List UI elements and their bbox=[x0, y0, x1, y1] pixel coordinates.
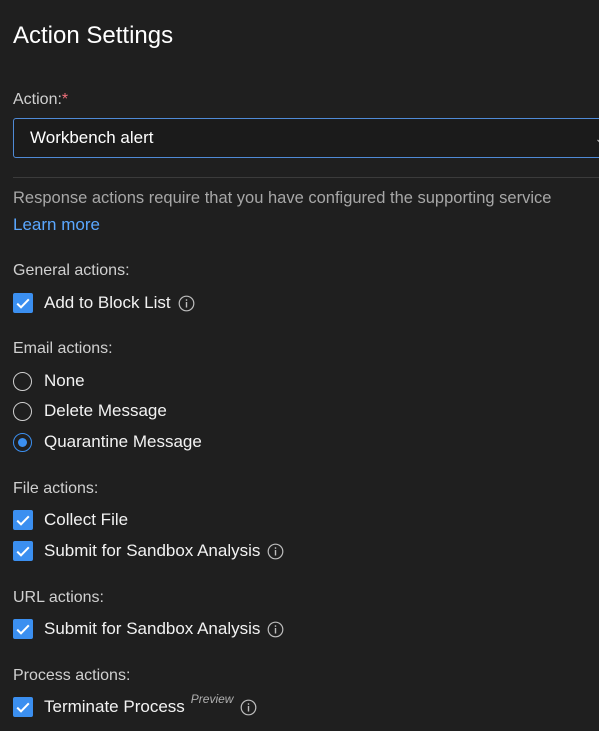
action-label-text: Action: bbox=[13, 91, 62, 108]
radio-selected-icon bbox=[13, 432, 32, 452]
info-icon[interactable] bbox=[267, 543, 284, 560]
learn-more-link[interactable]: Learn more bbox=[13, 215, 100, 235]
action-settings-panel: Action Settings Action:* Workbench alert… bbox=[0, 0, 599, 731]
chevron-down-icon: ⌄ bbox=[594, 119, 599, 157]
info-icon[interactable] bbox=[240, 699, 257, 716]
checkbox-checked-icon bbox=[13, 541, 33, 561]
info-text: Response actions require that you have c… bbox=[13, 189, 552, 207]
url-sandbox-analysis-label: Submit for Sandbox Analysis bbox=[44, 619, 261, 638]
url-actions-label: URL actions: bbox=[13, 589, 104, 606]
email-option-none-label: None bbox=[44, 371, 85, 390]
add-to-block-list-checkbox[interactable]: Add to Block List bbox=[13, 292, 195, 314]
general-actions-label: General actions: bbox=[13, 262, 130, 279]
email-option-none[interactable]: None bbox=[13, 370, 85, 392]
action-dropdown[interactable]: Workbench alert ⌄ bbox=[13, 118, 599, 158]
info-icon[interactable] bbox=[267, 621, 284, 638]
collect-file-label: Collect File bbox=[44, 510, 129, 529]
email-option-delete-message[interactable]: Delete Message bbox=[13, 400, 167, 422]
file-actions-label: File actions: bbox=[13, 480, 99, 497]
radio-unselected-icon bbox=[13, 371, 32, 391]
radio-dot bbox=[18, 437, 27, 447]
divider bbox=[13, 177, 599, 178]
checkbox-checked-icon bbox=[13, 293, 33, 313]
preview-badge: Preview bbox=[190, 692, 234, 706]
email-option-quarantine-label: Quarantine Message bbox=[44, 432, 202, 451]
action-label: Action:* bbox=[13, 91, 68, 109]
checkbox-checked-icon bbox=[13, 619, 33, 639]
collect-file-checkbox[interactable]: Collect File bbox=[13, 509, 128, 531]
radio-unselected-icon bbox=[13, 401, 32, 421]
email-actions-label: Email actions: bbox=[13, 340, 113, 357]
file-sandbox-analysis-checkbox[interactable]: Submit for Sandbox Analysis bbox=[13, 540, 284, 562]
checkbox-checked-icon bbox=[13, 697, 33, 717]
file-sandbox-analysis-label: Submit for Sandbox Analysis bbox=[44, 541, 261, 560]
add-to-block-list-label: Add to Block List bbox=[44, 293, 171, 312]
process-actions-label: Process actions: bbox=[13, 667, 131, 684]
action-dropdown-value: Workbench alert bbox=[30, 128, 154, 147]
email-option-delete-label: Delete Message bbox=[44, 401, 167, 420]
email-option-quarantine-message[interactable]: Quarantine Message bbox=[13, 431, 202, 453]
terminate-process-checkbox[interactable]: Terminate Process Preview bbox=[13, 692, 257, 718]
required-mark: * bbox=[61, 91, 69, 108]
url-sandbox-analysis-checkbox[interactable]: Submit for Sandbox Analysis bbox=[13, 618, 284, 640]
info-icon[interactable] bbox=[178, 295, 195, 312]
page-title: Action Settings bbox=[13, 22, 174, 49]
checkbox-checked-icon bbox=[13, 510, 33, 530]
terminate-process-label: Terminate Process bbox=[44, 697, 185, 716]
